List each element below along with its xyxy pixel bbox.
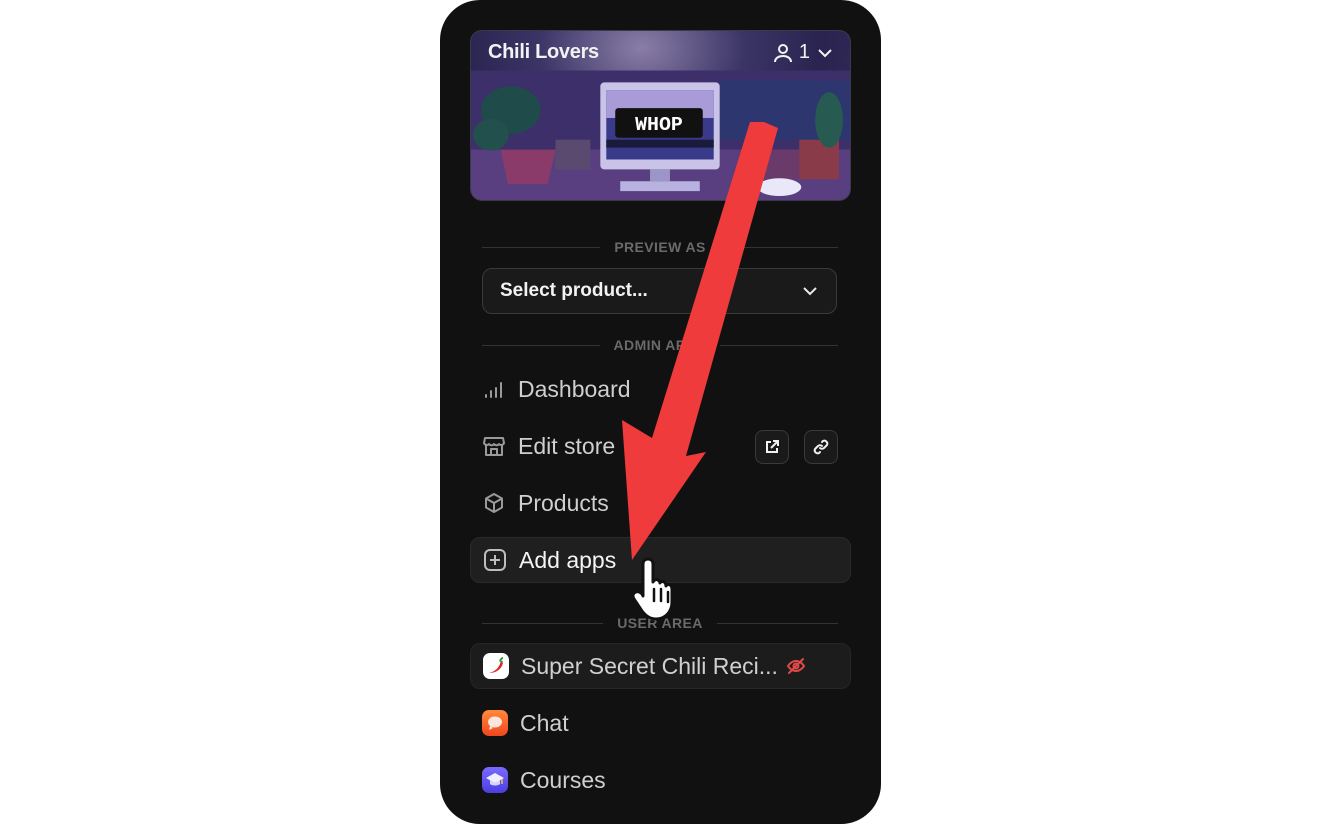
chevron-down-icon — [818, 48, 832, 57]
nav-item-dashboard[interactable]: Dashboard — [470, 366, 851, 412]
user-icon — [773, 43, 792, 62]
store-icon — [482, 434, 506, 458]
nav-label: Dashboard — [518, 375, 631, 402]
nav-label: Courses — [520, 766, 606, 793]
nav-item-chat[interactable]: Chat — [470, 700, 851, 746]
graduation-cap-icon — [482, 767, 508, 793]
link-icon — [813, 439, 829, 455]
section-label-admin: ADMIN AREA — [613, 337, 707, 353]
nav-item-secret-chili-recipe[interactable]: Super Secret Chili Reci... — [470, 643, 851, 689]
product-select-value: Select product... — [500, 280, 648, 301]
nav-item-products[interactable]: Products — [470, 480, 851, 526]
box-icon — [482, 491, 506, 515]
banner-logo-text: WHOP — [635, 113, 683, 136]
nav-label: Products — [518, 489, 609, 516]
community-name: Chili Lovers — [488, 41, 599, 63]
sidebar-panel: WHOP Chili Lovers 1 PREVIEW AS Select pr… — [440, 0, 881, 824]
preview-as-divider: PREVIEW AS — [482, 239, 839, 255]
chili-pepper-icon — [483, 653, 509, 679]
eye-off-icon — [786, 656, 806, 676]
chevron-down-icon — [803, 287, 817, 296]
product-select[interactable]: Select product... — [482, 268, 837, 314]
nav-label: Chat — [520, 709, 569, 736]
external-link-icon — [766, 440, 779, 453]
section-label-preview: PREVIEW AS — [614, 239, 706, 255]
chat-bubble-icon — [482, 710, 508, 736]
admin-area-divider: ADMIN AREA — [482, 337, 839, 353]
nav-item-edit-store[interactable]: Edit store — [470, 423, 851, 469]
member-count-button[interactable]: 1 — [773, 41, 834, 64]
member-count: 1 — [798, 41, 810, 63]
open-store-external-button[interactable] — [755, 430, 789, 464]
nav-item-courses[interactable]: Courses — [470, 757, 851, 803]
plus-square-icon — [483, 548, 507, 572]
bar-chart-icon — [482, 377, 506, 401]
copy-store-link-button[interactable] — [804, 430, 838, 464]
community-banner[interactable]: WHOP Chili Lovers 1 — [470, 30, 851, 201]
hand-pointer-cursor — [631, 557, 674, 621]
nav-label: Super Secret Chili Reci... — [521, 652, 778, 679]
nav-label: Add apps — [519, 546, 617, 573]
nav-label: Edit store — [518, 432, 616, 459]
